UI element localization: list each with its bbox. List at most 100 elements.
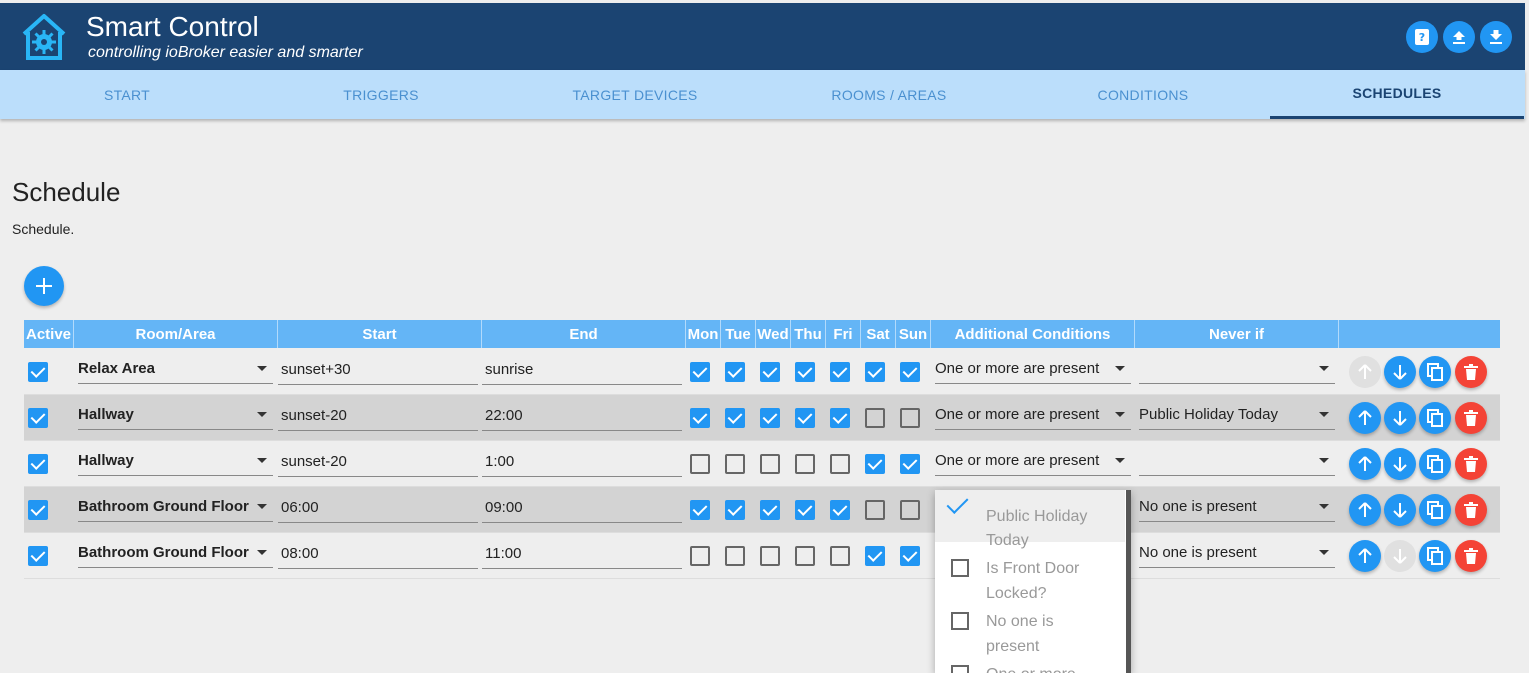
- active-checkbox[interactable]: [28, 362, 48, 382]
- day-checkbox[interactable]: [900, 500, 920, 520]
- end-input[interactable]: 09:00: [482, 493, 682, 523]
- tab-target-devices[interactable]: TARGET DEVICES: [508, 70, 762, 119]
- start-input[interactable]: 06:00: [278, 493, 478, 523]
- day-checkbox[interactable]: [900, 362, 920, 382]
- copy-button[interactable]: [1419, 448, 1451, 480]
- end-input[interactable]: 1:00: [482, 447, 682, 477]
- day-checkbox[interactable]: [760, 362, 780, 382]
- never-if-select[interactable]: No one is present: [1139, 492, 1335, 522]
- dropdown-option-no-one-present[interactable]: No one is present: [935, 609, 1125, 659]
- tab-rooms-areas[interactable]: ROOMS / AREAS: [762, 70, 1016, 119]
- move-down-button[interactable]: [1384, 448, 1416, 480]
- move-down-button[interactable]: [1384, 356, 1416, 388]
- dropdown-option-public-holiday[interactable]: Public Holiday Today: [935, 490, 1125, 549]
- day-checkbox[interactable]: [760, 454, 780, 474]
- day-checkbox[interactable]: [830, 454, 850, 474]
- active-checkbox[interactable]: [28, 454, 48, 474]
- add-schedule-button[interactable]: [24, 266, 64, 306]
- room-select[interactable]: Bathroom Ground Floor: [78, 492, 273, 522]
- active-checkbox[interactable]: [28, 408, 48, 428]
- chevron-down-icon: [1115, 412, 1125, 417]
- start-input[interactable]: sunset+30: [278, 355, 478, 385]
- end-input[interactable]: 11:00: [482, 539, 682, 569]
- day-checkbox[interactable]: [900, 546, 920, 566]
- active-checkbox[interactable]: [28, 546, 48, 566]
- room-select[interactable]: Bathroom Ground Floor: [78, 538, 273, 568]
- conditions-select[interactable]: One or more are present: [935, 400, 1131, 430]
- day-checkbox[interactable]: [690, 408, 710, 428]
- conditions-select[interactable]: One or more are present: [935, 446, 1131, 476]
- room-select[interactable]: Hallway: [78, 446, 273, 476]
- day-checkbox[interactable]: [725, 454, 745, 474]
- day-checkbox[interactable]: [725, 362, 745, 382]
- upload-button[interactable]: [1443, 21, 1475, 53]
- day-checkbox[interactable]: [760, 500, 780, 520]
- day-checkbox[interactable]: [725, 408, 745, 428]
- tab-schedules[interactable]: SCHEDULES: [1270, 70, 1524, 119]
- day-checkbox[interactable]: [725, 546, 745, 566]
- day-checkbox[interactable]: [900, 408, 920, 428]
- dropdown-scrollbar[interactable]: [1126, 490, 1131, 673]
- day-checkbox[interactable]: [865, 546, 885, 566]
- room-select[interactable]: Relax Area: [78, 354, 273, 384]
- copy-button[interactable]: [1419, 356, 1451, 388]
- move-up-button[interactable]: [1349, 402, 1381, 434]
- start-input[interactable]: sunset-20: [278, 447, 478, 477]
- copy-button[interactable]: [1419, 402, 1451, 434]
- day-checkbox[interactable]: [760, 546, 780, 566]
- day-checkbox[interactable]: [865, 454, 885, 474]
- move-up-button[interactable]: [1349, 356, 1381, 388]
- never-if-select[interactable]: Public Holiday Today: [1139, 400, 1335, 430]
- end-input[interactable]: 22:00: [482, 401, 682, 431]
- end-input[interactable]: sunrise: [482, 355, 682, 385]
- tab-triggers[interactable]: TRIGGERS: [254, 70, 508, 119]
- day-checkbox[interactable]: [795, 454, 815, 474]
- dropdown-option-front-door[interactable]: Is Front Door Locked?: [935, 556, 1125, 606]
- day-checkbox[interactable]: [865, 408, 885, 428]
- never-if-select[interactable]: [1139, 446, 1335, 476]
- start-input[interactable]: 08:00: [278, 539, 478, 569]
- copy-button[interactable]: [1419, 494, 1451, 526]
- day-checkbox[interactable]: [830, 362, 850, 382]
- download-button[interactable]: [1480, 21, 1512, 53]
- delete-button[interactable]: [1455, 448, 1487, 480]
- move-up-button[interactable]: [1349, 540, 1381, 572]
- delete-button[interactable]: [1455, 540, 1487, 572]
- day-checkbox[interactable]: [795, 362, 815, 382]
- page-title: Schedule: [12, 177, 121, 207]
- never-if-select[interactable]: No one is present: [1139, 538, 1335, 568]
- move-down-button[interactable]: [1384, 540, 1416, 572]
- copy-button[interactable]: [1419, 540, 1451, 572]
- move-up-button[interactable]: [1349, 448, 1381, 480]
- delete-button[interactable]: [1455, 494, 1487, 526]
- never-if-select[interactable]: [1139, 354, 1335, 384]
- move-down-button[interactable]: [1384, 402, 1416, 434]
- help-button[interactable]: ?: [1406, 21, 1438, 53]
- day-checkbox[interactable]: [795, 408, 815, 428]
- move-down-button[interactable]: [1384, 494, 1416, 526]
- room-select[interactable]: Hallway: [78, 400, 273, 430]
- day-checkbox[interactable]: [830, 500, 850, 520]
- tab-start[interactable]: START: [0, 70, 254, 119]
- day-checkbox[interactable]: [690, 500, 710, 520]
- start-input[interactable]: sunset-20: [278, 401, 478, 431]
- conditions-select[interactable]: One or more are present: [935, 354, 1131, 384]
- day-checkbox[interactable]: [760, 408, 780, 428]
- day-checkbox[interactable]: [690, 546, 710, 566]
- day-checkbox[interactable]: [900, 454, 920, 474]
- day-checkbox[interactable]: [795, 500, 815, 520]
- active-checkbox[interactable]: [28, 500, 48, 520]
- delete-button[interactable]: [1455, 356, 1487, 388]
- day-checkbox[interactable]: [865, 500, 885, 520]
- day-checkbox[interactable]: [865, 362, 885, 382]
- day-checkbox[interactable]: [830, 546, 850, 566]
- day-checkbox[interactable]: [795, 546, 815, 566]
- delete-button[interactable]: [1455, 402, 1487, 434]
- day-checkbox[interactable]: [725, 500, 745, 520]
- day-checkbox[interactable]: [690, 454, 710, 474]
- move-up-button[interactable]: [1349, 494, 1381, 526]
- day-checkbox[interactable]: [830, 408, 850, 428]
- dropdown-option-one-or-more[interactable]: One or more: [935, 662, 1125, 673]
- tab-conditions[interactable]: CONDITIONS: [1016, 70, 1270, 119]
- day-checkbox[interactable]: [690, 362, 710, 382]
